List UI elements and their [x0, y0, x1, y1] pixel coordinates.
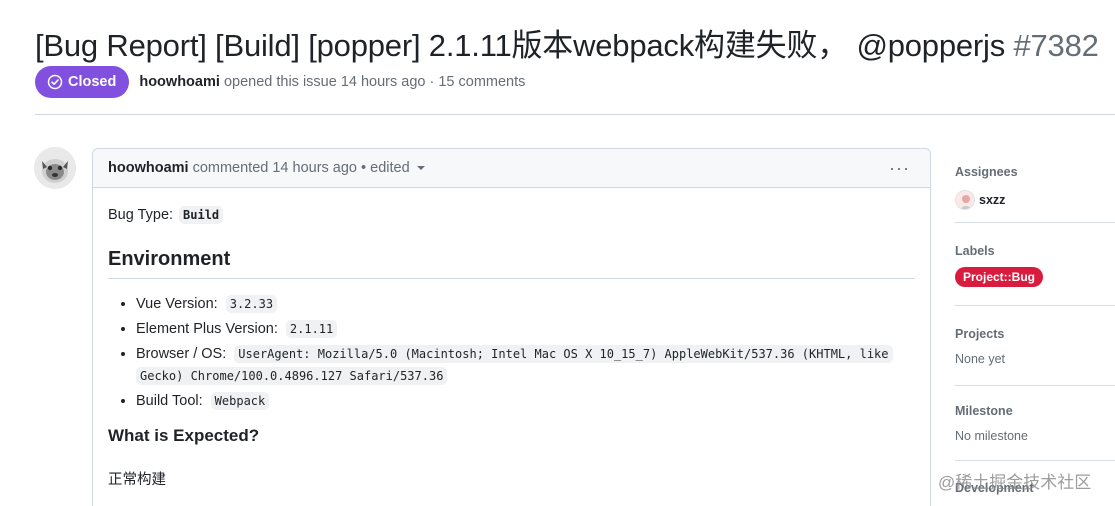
env-label: Build Tool: [136, 393, 203, 409]
watermark-text: @稀土掘金技术社区 [938, 473, 1092, 492]
bug-type-line: Bug Type: Build [108, 204, 915, 226]
sidebar-milestone: Milestone No milestone [955, 404, 1115, 443]
env-value-code: UserAgent: Mozilla/5.0 (Macintosh; Intel… [234, 345, 893, 363]
list-item: Vue Version: 3.2.33 [136, 293, 915, 315]
comment-header: hoowhoami commented 14 hours ago • edite… [93, 149, 930, 188]
expected-text: 正常构建 [108, 472, 166, 488]
env-label: Element Plus Version: [136, 321, 278, 337]
projects-title[interactable]: Projects [955, 327, 1115, 341]
env-value-code: 2.1.11 [285, 320, 338, 338]
issue-title: [Bug Report] [Build] [popper] 2.1.11版本we… [35, 20, 1099, 65]
chevron-down-icon[interactable] [416, 166, 425, 170]
user-avatar-image [34, 147, 76, 189]
issue-author-link[interactable]: hoowhoami [139, 74, 220, 90]
status-label: Closed [68, 74, 117, 90]
label-badge[interactable]: Project::Bug [955, 267, 1043, 287]
env-label: Browser / OS: [136, 346, 227, 362]
projects-value: None yet [955, 352, 1006, 366]
milestone-title[interactable]: Milestone [955, 404, 1115, 418]
issue-title-text: [Bug Report] [Build] [popper] 2.1.11版本we… [35, 28, 1006, 63]
header-divider [35, 114, 1115, 115]
bug-type-label: Bug Type: [108, 207, 174, 223]
sidebar-divider [955, 305, 1115, 306]
kebab-menu-icon[interactable]: ··· [889, 159, 910, 177]
sidebar-assignees: Assignees sxzz [955, 165, 1115, 210]
assignee-avatar-image [956, 191, 974, 209]
comment-body: Bug Type: Build Environment Vue Version:… [93, 188, 930, 489]
bug-type-code: Build [179, 206, 224, 224]
issue-meta: Closed hoowhoami opened this issue 14 ho… [35, 66, 525, 98]
assignee-item[interactable]: sxzz [955, 190, 1115, 210]
environment-heading: Environment [108, 248, 915, 279]
env-value-code: 3.2.33 [225, 295, 278, 313]
milestone-value: No milestone [955, 429, 1028, 443]
list-item: Element Plus Version: 2.1.11 [136, 318, 915, 340]
environment-list: Vue Version: 3.2.33 Element Plus Version… [108, 293, 915, 412]
issue-number: #7382 [1013, 28, 1099, 63]
issue-opened-text: opened this issue 14 hours ago · 15 comm… [223, 74, 526, 90]
labels-title[interactable]: Labels [955, 244, 1115, 258]
avatar [955, 190, 975, 210]
sidebar-labels: Labels Project::Bug [955, 244, 1115, 287]
comment-action-text[interactable]: commented 14 hours ago • edited [193, 160, 410, 176]
comment-author-link[interactable]: hoowhoami [108, 160, 189, 176]
avatar[interactable] [34, 147, 76, 189]
env-value-code: Webpack [210, 392, 270, 410]
expected-heading: What is Expected? [108, 426, 260, 445]
sidebar-projects: Projects None yet [955, 327, 1115, 366]
env-value-code-continued: Gecko) Chrome/100.0.4896.127 Safari/537.… [136, 367, 448, 385]
assignees-title[interactable]: Assignees [955, 165, 1115, 179]
closed-status-badge: Closed [35, 66, 130, 98]
sidebar-divider [955, 222, 1115, 223]
assignee-name: sxzz [979, 193, 1006, 207]
sidebar-divider [955, 385, 1115, 386]
issue-meta-text: hoowhoami opened this issue 14 hours ago… [139, 74, 525, 90]
comment-box: hoowhoami commented 14 hours ago • edite… [92, 148, 931, 506]
env-label: Vue Version: [136, 296, 218, 312]
check-circle-icon [47, 74, 63, 90]
list-item: Build Tool: Webpack [136, 390, 915, 412]
list-item: Browser / OS: UserAgent: Mozilla/5.0 (Ma… [136, 343, 915, 387]
sidebar-divider [955, 460, 1115, 461]
